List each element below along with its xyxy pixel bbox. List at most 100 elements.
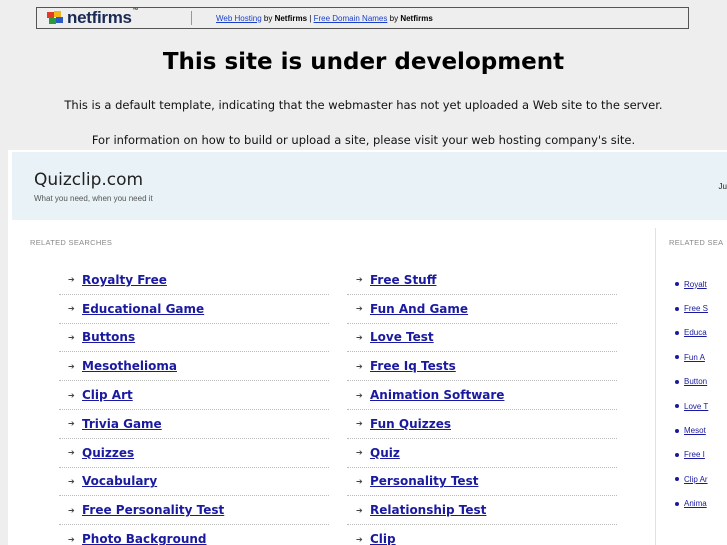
- keyword-row: ➔ Fun Quizzes: [347, 410, 617, 439]
- side-keyword-item: Love T: [675, 394, 727, 418]
- keyword-link[interactable]: Trivia Game: [82, 417, 162, 431]
- keyword-row: ➔ Mesothelioma: [59, 352, 329, 382]
- bullet-icon: [675, 477, 679, 482]
- keyword-link[interactable]: Quizzes: [82, 446, 134, 460]
- keyword-row: ➔ Animation Software: [347, 381, 617, 410]
- keyword-link[interactable]: Fun And Game: [370, 302, 468, 316]
- netfirms-logo-text: netfirms™: [67, 8, 139, 27]
- keyword-row: ➔ Free Personality Test: [59, 496, 329, 526]
- netfirms-bar: netfirms™ Web Hosting by Netfirms | Free…: [36, 7, 689, 29]
- keyword-row: ➔ Fun And Game: [347, 295, 617, 324]
- bullet-icon: [675, 306, 679, 311]
- netfirms-separator: [191, 11, 192, 25]
- side-keyword-link[interactable]: Button: [684, 377, 707, 386]
- side-keyword-item: Anima: [675, 492, 727, 516]
- free-domain-names-link[interactable]: Free Domain Names: [314, 14, 388, 23]
- bullet-icon: [675, 379, 679, 384]
- side-keyword-item: Educa: [675, 321, 727, 345]
- column-divider: [655, 228, 656, 545]
- keyword-link[interactable]: Relationship Test: [370, 503, 486, 517]
- arrow-icon: ➔: [68, 476, 75, 486]
- by-text: by: [263, 13, 273, 23]
- side-keyword-link[interactable]: Educa: [684, 328, 707, 337]
- keyword-row: ➔ Royalty Free: [59, 266, 329, 295]
- keyword-row: ➔ Clip Art: [59, 381, 329, 410]
- side-keyword-item: Free I: [675, 443, 727, 467]
- keyword-row: ➔ Clip: [347, 525, 617, 545]
- site-name[interactable]: Quizclip.com: [34, 170, 143, 190]
- side-keyword-link[interactable]: Clip Ar: [684, 475, 708, 484]
- keyword-link[interactable]: Free Iq Tests: [370, 359, 456, 373]
- keyword-link[interactable]: Royalty Free: [82, 273, 167, 287]
- web-hosting-link[interactable]: Web Hosting: [216, 14, 262, 23]
- arrow-icon: ➔: [356, 448, 363, 458]
- side-related-searches-label: RELATED SEA: [669, 238, 724, 247]
- keyword-column-1: ➔ Royalty Free ➔ Educational Game ➔ Buttons ➔ M…: [59, 266, 329, 545]
- keyword-row: ➔ Personality Test: [347, 468, 617, 497]
- keyword-row: ➔ Quiz: [347, 439, 617, 468]
- bullet-icon: [675, 428, 679, 433]
- arrow-icon: ➔: [68, 304, 75, 314]
- keyword-link[interactable]: Free Personality Test: [82, 503, 224, 517]
- side-keyword-link[interactable]: Anima: [684, 499, 707, 508]
- side-keyword-item: Clip Ar: [675, 467, 727, 491]
- keyword-link[interactable]: Fun Quizzes: [370, 417, 451, 431]
- arrow-icon: ➔: [68, 419, 75, 429]
- arrow-icon: ➔: [68, 332, 75, 342]
- keyword-row: ➔ Quizzes: [59, 439, 329, 468]
- keyword-row: ➔ Educational Game: [59, 295, 329, 324]
- keyword-row: ➔ Free Stuff: [347, 266, 617, 295]
- bullet-icon: [675, 404, 679, 409]
- netfirms-brand: Netfirms: [274, 13, 308, 23]
- bullet-icon: [675, 330, 679, 335]
- side-keyword-link[interactable]: Free I: [684, 450, 705, 459]
- arrow-icon: ➔: [68, 390, 75, 400]
- keyword-link[interactable]: Personality Test: [370, 474, 478, 488]
- parked-header: Quizclip.com What you need, when you nee…: [12, 152, 727, 220]
- by-text: by: [389, 13, 399, 23]
- side-keyword-item: Free S: [675, 296, 727, 320]
- keyword-link[interactable]: Clip: [370, 532, 396, 545]
- arrow-icon: ➔: [356, 505, 363, 515]
- keyword-row: ➔ Photo Background: [59, 525, 329, 545]
- divider-text: |: [309, 13, 312, 23]
- bullet-icon: [675, 501, 679, 506]
- arrow-icon: ➔: [356, 390, 363, 400]
- notice-line-2: For information on how to build or uploa…: [91, 133, 636, 147]
- side-keyword-link[interactable]: Mesot: [684, 426, 706, 435]
- side-keyword-link[interactable]: Royalt: [684, 280, 707, 289]
- keyword-link[interactable]: Photo Background: [82, 532, 207, 545]
- keyword-link[interactable]: Educational Game: [82, 302, 204, 316]
- arrow-icon: ➔: [356, 534, 363, 544]
- bullet-icon: [675, 282, 679, 287]
- side-keyword-link[interactable]: Love T: [684, 402, 708, 411]
- keyword-link[interactable]: Mesothelioma: [82, 359, 177, 373]
- side-keyword-item: Mesot: [675, 418, 727, 442]
- side-keyword-link[interactable]: Fun A: [684, 353, 705, 362]
- arrow-icon: ➔: [68, 275, 75, 285]
- arrow-icon: ➔: [356, 361, 363, 371]
- keyword-link[interactable]: Quiz: [370, 446, 400, 460]
- related-searches-label: RELATED SEARCHES: [30, 238, 113, 247]
- keyword-link[interactable]: Love Test: [370, 330, 434, 344]
- keyword-link[interactable]: Buttons: [82, 330, 135, 344]
- keyword-link[interactable]: Animation Software: [370, 388, 504, 402]
- netfirms-logo[interactable]: netfirms™: [37, 8, 177, 28]
- keyword-link[interactable]: Free Stuff: [370, 273, 436, 287]
- side-keyword-list: Royalt Free S Educa Fun A Button Love T Mesot F…: [675, 272, 727, 516]
- bullet-icon: [675, 355, 679, 360]
- side-keyword-link[interactable]: Free S: [684, 304, 708, 313]
- page-title: This site is under development: [162, 49, 565, 75]
- netfirms-links: Web Hosting by Netfirms | Free Domain Na…: [216, 14, 433, 23]
- arrow-icon: ➔: [356, 304, 363, 314]
- keyword-row: ➔ Relationship Test: [347, 496, 617, 526]
- keyword-link[interactable]: Vocabulary: [82, 474, 157, 488]
- arrow-icon: ➔: [68, 534, 75, 544]
- arrow-icon: ➔: [356, 332, 363, 342]
- keyword-row: ➔ Vocabulary: [59, 468, 329, 497]
- notice-line-1: This is a default template, indicating t…: [64, 98, 663, 112]
- keyword-link[interactable]: Clip Art: [82, 388, 133, 402]
- site-tagline: What you need, when you need it: [34, 194, 153, 203]
- arrow-icon: ➔: [68, 505, 75, 515]
- netfirms-brand: Netfirms: [400, 13, 433, 23]
